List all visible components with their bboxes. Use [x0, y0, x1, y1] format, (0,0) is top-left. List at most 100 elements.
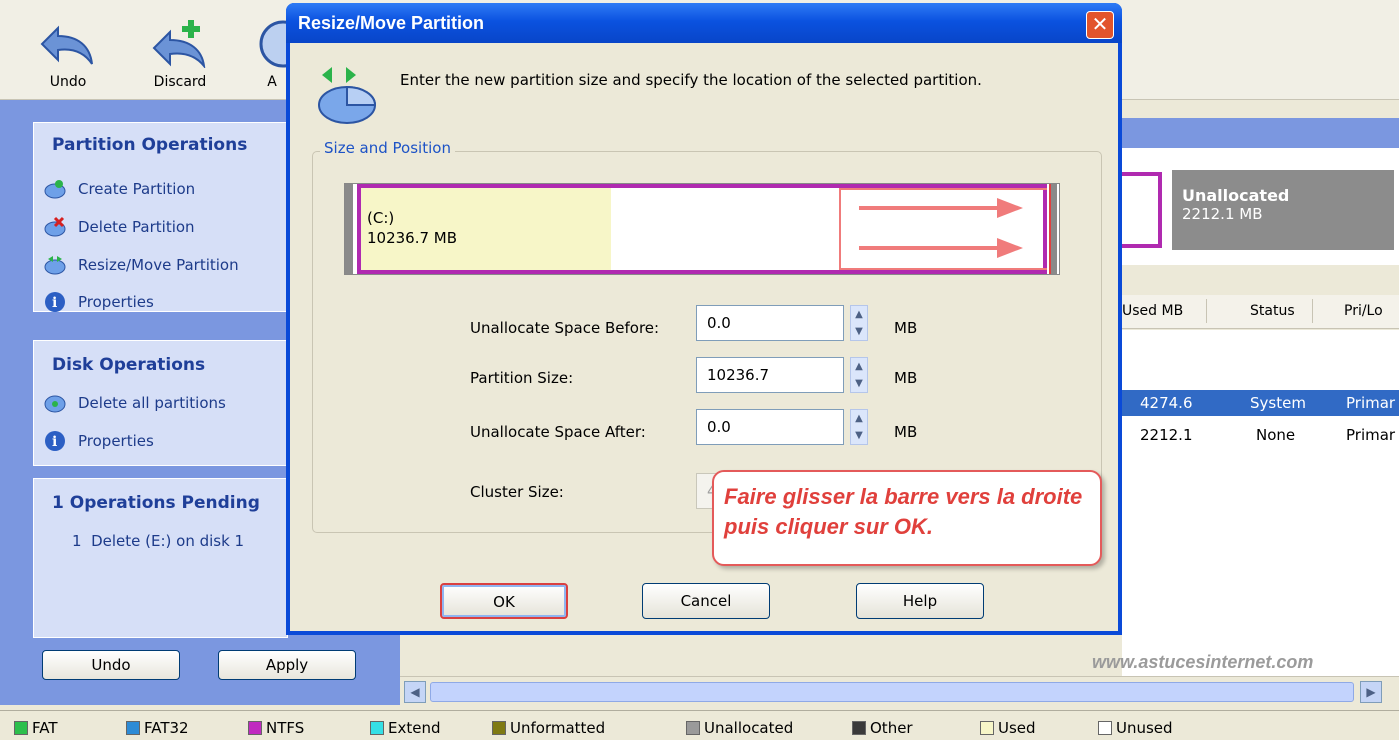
- after-unit: MB: [894, 423, 918, 441]
- row-used: 2212.1: [1140, 426, 1193, 444]
- scroll-left-icon[interactable]: ◀: [404, 681, 426, 703]
- legend-extend: Extend: [370, 719, 441, 737]
- size-input[interactable]: 10236.7: [696, 357, 844, 393]
- column-status[interactable]: Status: [1250, 303, 1295, 319]
- stepper-up-icon[interactable]: ▲: [851, 358, 867, 375]
- horizontal-scrollbar[interactable]: ◀ ▶: [400, 676, 1399, 706]
- column-type[interactable]: Pri/Lo: [1344, 303, 1383, 319]
- partition-list: [1122, 330, 1399, 676]
- svg-text:i: i: [52, 295, 57, 311]
- column-used-mb[interactable]: Used MB: [1122, 303, 1183, 319]
- legend-label: Unformatted: [510, 719, 606, 737]
- scroll-right-icon[interactable]: ▶: [1360, 681, 1382, 703]
- size-stepper[interactable]: ▲ ▼: [850, 357, 868, 393]
- disk-properties-label: Properties: [78, 432, 154, 450]
- stepper-down-icon[interactable]: ▼: [851, 375, 867, 392]
- stepper-down-icon[interactable]: ▼: [851, 323, 867, 340]
- disk-operations-title: Disk Operations: [52, 355, 206, 375]
- svg-text:i: i: [52, 434, 57, 450]
- legend-swatch: [126, 721, 140, 735]
- undo-icon: [40, 25, 93, 65]
- before-input[interactable]: 0.0: [696, 305, 844, 341]
- legend-other: Other: [852, 719, 913, 737]
- unallocated-size: 2212.1 MB: [1182, 205, 1263, 223]
- dialog-titlebar[interactable]: Resize/Move Partition ✕: [286, 3, 1122, 43]
- cancel-button[interactable]: Cancel: [642, 583, 770, 619]
- after-stepper[interactable]: ▲ ▼: [850, 409, 868, 445]
- legend-swatch: [248, 721, 262, 735]
- legend-label: FAT32: [144, 719, 189, 737]
- disk-map-partition-c[interactable]: [1122, 172, 1162, 248]
- used-space: (C:) 10236.7 MB: [361, 188, 611, 270]
- disk-map-unallocated[interactable]: Unallocated 2212.1 MB: [1172, 170, 1394, 250]
- pending-item[interactable]: 1 Delete (E:) on disk 1: [72, 529, 244, 553]
- legend-unformatted: Unformatted: [492, 719, 605, 737]
- info-icon: i: [44, 291, 66, 313]
- partition-operations-title: Partition Operations: [52, 135, 248, 155]
- delete-all-partitions-link[interactable]: Delete all partitions: [44, 391, 226, 415]
- resize-move-partition-link[interactable]: Resize/Move Partition: [44, 253, 239, 277]
- create-partition-link[interactable]: Create Partition: [44, 177, 195, 201]
- legend-label: Extend: [388, 719, 441, 737]
- bar-left-handle[interactable]: [345, 184, 353, 274]
- size-position-label: Size and Position: [320, 139, 455, 157]
- before-unit: MB: [894, 319, 918, 337]
- legend-swatch: [686, 721, 700, 735]
- row-used: 4274.6: [1140, 394, 1193, 412]
- legend-unused: Unused: [1098, 719, 1173, 737]
- row-status: System: [1250, 394, 1306, 412]
- apply-icon: [259, 20, 287, 68]
- size-label: Partition Size:: [470, 369, 574, 387]
- delete-partition-link[interactable]: Delete Partition: [44, 215, 195, 239]
- legend-swatch: [14, 721, 28, 735]
- table-row[interactable]: 2212.1 None Primar: [1122, 422, 1399, 448]
- legend-label: Other: [870, 719, 913, 737]
- delete-partition-label: Delete Partition: [78, 218, 195, 236]
- row-status: None: [1256, 426, 1296, 444]
- before-stepper[interactable]: ▲ ▼: [850, 305, 868, 341]
- legend-label: NTFS: [266, 719, 305, 737]
- row-type: Primar: [1346, 394, 1396, 412]
- stepper-down-icon[interactable]: ▼: [851, 427, 867, 444]
- disk-map: Unallocated 2212.1 MB: [1122, 148, 1399, 265]
- sidebar-undo-button[interactable]: Undo: [42, 650, 180, 680]
- scrollbar-thumb[interactable]: [430, 682, 1354, 702]
- disk-map-header: [1122, 118, 1399, 148]
- delete-all-partitions-label: Delete all partitions: [78, 394, 226, 412]
- drag-target-highlight: [839, 188, 1047, 270]
- size-unit: MB: [894, 369, 918, 387]
- bar-right-handle[interactable]: [1049, 184, 1057, 274]
- resize-partition-icon: [318, 67, 377, 124]
- cluster-label: Cluster Size:: [470, 483, 564, 501]
- discard-icon: [152, 20, 206, 68]
- partition-bar[interactable]: (C:) 10236.7 MB: [344, 183, 1060, 275]
- partition-list-header: Used MB Status Pri/Lo: [1122, 295, 1399, 329]
- legend-unallocated: Unallocated: [686, 719, 793, 737]
- before-label: Unallocate Space Before:: [470, 319, 660, 337]
- after-input[interactable]: 0.0: [696, 409, 844, 445]
- close-icon[interactable]: ✕: [1086, 11, 1114, 39]
- legend-swatch: [852, 721, 866, 735]
- ok-button[interactable]: OK: [440, 583, 568, 619]
- info-icon: i: [44, 430, 66, 452]
- table-row[interactable]: 4274.6 System Primar: [1122, 390, 1399, 416]
- dialog-title: Resize/Move Partition: [298, 13, 485, 33]
- undo-toolbar-button[interactable]: Undo: [28, 14, 108, 96]
- discard-toolbar-button[interactable]: Discard: [140, 14, 220, 96]
- disk-properties-link[interactable]: i Properties: [44, 429, 154, 453]
- partition-properties-label: Properties: [78, 293, 154, 311]
- stepper-up-icon[interactable]: ▲: [851, 410, 867, 427]
- dialog-description: Enter the new partition size and specify…: [400, 71, 982, 89]
- sidebar-apply-button[interactable]: Apply: [218, 650, 356, 680]
- legend-label: FAT: [32, 719, 58, 737]
- create-partition-label: Create Partition: [78, 180, 196, 198]
- partition-operations-panel: Partition Operations Create Partition De…: [33, 122, 288, 312]
- help-button[interactable]: Help: [856, 583, 984, 619]
- partition-label: (C:): [367, 209, 395, 227]
- legend-label: Used: [998, 719, 1036, 737]
- unallocated-label: Unallocated: [1182, 186, 1290, 205]
- partition-properties-link[interactable]: i Properties: [44, 290, 154, 314]
- resize-partition-icon: [44, 254, 66, 276]
- legend-swatch: [1098, 721, 1112, 735]
- stepper-up-icon[interactable]: ▲: [851, 306, 867, 323]
